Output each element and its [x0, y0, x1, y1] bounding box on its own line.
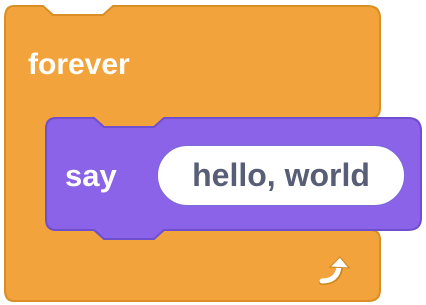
say-message-input[interactable]: hello, world: [157, 145, 405, 206]
loop-arrow-icon: [319, 256, 351, 285]
forever-label: forever: [28, 48, 130, 81]
say-label: say: [65, 158, 117, 193]
